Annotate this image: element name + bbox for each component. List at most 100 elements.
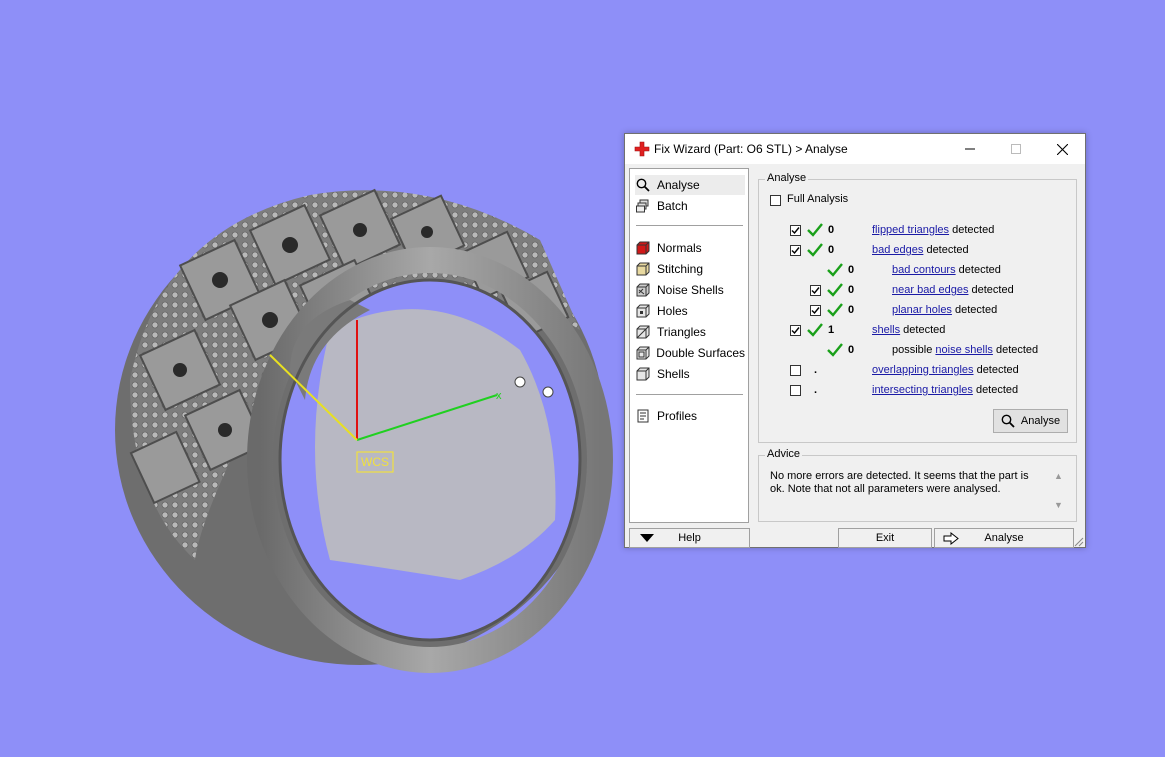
- minimize-icon: [965, 148, 975, 150]
- sidebar-item-label: Analyse: [657, 178, 700, 192]
- maximize-icon: [1011, 144, 1021, 154]
- noise-shells-count: 0: [848, 344, 855, 356]
- sidebar-item-analyse[interactable]: Analyse: [635, 175, 745, 195]
- shells-count: 1: [828, 324, 835, 336]
- sidebar-item-normals[interactable]: Normals: [635, 238, 745, 258]
- sidebar-item-label: Profiles: [657, 409, 698, 423]
- magnifier-icon: [635, 177, 651, 193]
- ok-tick-icon: [807, 323, 823, 337]
- close-icon: [1056, 143, 1068, 155]
- triangle-down-icon: [640, 534, 654, 542]
- sidebar-item-label: Shells: [657, 367, 690, 381]
- exit-button[interactable]: Exit: [838, 528, 932, 548]
- wizard-sidebar: Analyse Batch Normals Stitching Noise Sh…: [629, 168, 749, 523]
- planar-holes-checkbox[interactable]: [810, 305, 821, 316]
- row-prefix: possible: [892, 344, 936, 356]
- analyse-button[interactable]: Analyse: [993, 409, 1068, 433]
- shells-link[interactable]: shells: [872, 324, 900, 336]
- near-bad-edges-link[interactable]: near bad edges: [892, 284, 968, 296]
- overlapping-triangles-count: .: [814, 364, 818, 376]
- ring-model: [115, 188, 613, 673]
- row-suffix: detected: [955, 264, 1001, 276]
- noise-shells-icon: [635, 282, 651, 298]
- ok-tick-icon: [807, 243, 823, 257]
- minimize-button[interactable]: [947, 134, 993, 164]
- sidebar-item-profiles[interactable]: Profiles: [635, 406, 745, 426]
- planar-holes-link[interactable]: planar holes: [892, 304, 952, 316]
- flipped-triangles-row: flipped triangles detected: [872, 224, 994, 236]
- intersecting-triangles-checkbox[interactable]: [790, 385, 801, 396]
- row-suffix: detected: [973, 364, 1019, 376]
- sidebar-item-label: Noise Shells: [657, 283, 724, 297]
- ok-tick-icon: [827, 343, 843, 357]
- sidebar-item-label: Stitching: [657, 262, 704, 276]
- bad-edges-checkbox[interactable]: [790, 245, 801, 256]
- near-bad-edges-checkbox[interactable]: [810, 285, 821, 296]
- ok-tick-icon: [827, 263, 843, 277]
- sidebar-item-label: Double Surfaces: [656, 346, 745, 360]
- red-cross-icon: [634, 141, 650, 157]
- scroll-down-icon[interactable]: ▼: [1054, 500, 1063, 510]
- sidebar-item-noise-shells[interactable]: Noise Shells: [635, 280, 745, 300]
- holes-cube-icon: [635, 303, 651, 319]
- noise-shells-link[interactable]: noise shells: [935, 344, 992, 356]
- help-button[interactable]: Help: [629, 528, 750, 548]
- ok-tick-icon: [827, 303, 843, 317]
- row-suffix: detected: [992, 344, 1039, 356]
- sidebar-divider: [636, 394, 743, 395]
- checkmark-icon: [811, 287, 820, 295]
- title-bar[interactable]: Fix Wizard (Part: O6 STL) > Analyse: [625, 134, 1085, 164]
- sidebar-divider: [636, 225, 743, 226]
- planar-holes-count: 0: [848, 304, 855, 316]
- intersecting-triangles-count: .: [814, 384, 818, 396]
- near-bad-edges-count: 0: [848, 284, 855, 296]
- sidebar-item-holes[interactable]: Holes: [635, 301, 745, 321]
- row-suffix: detected: [972, 384, 1019, 396]
- overlapping-triangles-checkbox[interactable]: [790, 365, 801, 376]
- noise-shells-row: possible noise shells detected: [892, 344, 1038, 356]
- sidebar-item-shells[interactable]: Shells: [635, 364, 745, 384]
- resize-grip-icon[interactable]: [1073, 536, 1084, 547]
- sidebar-item-stitching[interactable]: Stitching: [635, 259, 745, 279]
- intersecting-triangles-link[interactable]: intersecting triangles: [872, 384, 973, 396]
- shells-row: shells detected: [872, 324, 945, 336]
- ok-tick-icon: [827, 283, 843, 297]
- help-button-label: Help: [678, 532, 701, 544]
- flipped-triangles-link[interactable]: flipped triangles: [872, 224, 949, 236]
- dialog-title: Fix Wizard (Part: O6 STL) > Analyse: [654, 142, 848, 156]
- close-button[interactable]: [1039, 134, 1085, 164]
- normals-cube-icon: [635, 240, 651, 256]
- bad-contours-link[interactable]: bad contours: [892, 264, 956, 276]
- checkmark-icon: [791, 227, 800, 235]
- shells-checkbox[interactable]: [790, 325, 801, 336]
- exit-button-label: Exit: [875, 532, 895, 544]
- bad-edges-link[interactable]: bad edges: [872, 244, 923, 256]
- sidebar-item-label: Batch: [657, 199, 688, 213]
- analyse-group: Analyse Full Analysis 0 flipped triangle…: [758, 172, 1077, 443]
- full-analysis-checkbox[interactable]: [770, 195, 781, 206]
- scroll-up-icon[interactable]: ▲: [1054, 471, 1063, 481]
- bad-contours-count: 0: [848, 264, 855, 276]
- stitching-cube-icon: [635, 261, 651, 277]
- maximize-button[interactable]: [993, 134, 1039, 164]
- advice-text: No more errors are detected. It seems th…: [770, 470, 1029, 495]
- overlapping-triangles-link[interactable]: overlapping triangles: [872, 364, 974, 376]
- triangles-cube-icon: [635, 324, 651, 340]
- ok-tick-icon: [807, 223, 823, 237]
- checkmark-icon: [791, 327, 800, 335]
- wcs-label: WCS: [361, 455, 389, 469]
- sidebar-item-batch[interactable]: Batch: [635, 196, 745, 216]
- flipped-triangles-checkbox[interactable]: [790, 225, 801, 236]
- batch-icon: [635, 198, 651, 214]
- row-suffix: detected: [900, 324, 946, 336]
- overlapping-triangles-row: overlapping triangles detected: [872, 364, 1019, 376]
- axis-x-label: x: [496, 390, 502, 402]
- sidebar-item-triangles[interactable]: Triangles: [635, 322, 745, 342]
- row-suffix: detected: [923, 244, 969, 256]
- analyse-next-button[interactable]: Analyse: [934, 528, 1074, 548]
- sidebar-item-label: Holes: [657, 304, 688, 318]
- advice-group-title: Advice: [765, 448, 803, 460]
- sidebar-item-double-surfaces[interactable]: Double Surfaces: [635, 343, 745, 363]
- arrow-right-icon: [943, 532, 959, 545]
- checkmark-icon: [791, 247, 800, 255]
